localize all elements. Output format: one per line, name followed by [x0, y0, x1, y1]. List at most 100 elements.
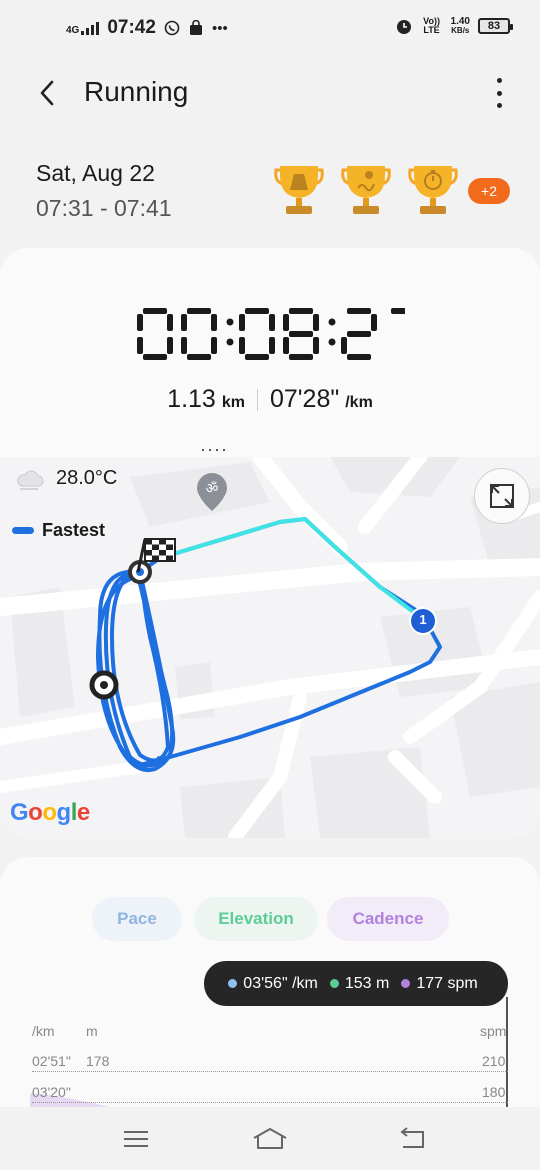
temperature: 28.0°C — [56, 467, 118, 489]
more-dots-icon: ••• — [211, 19, 228, 37]
digit-segment — [143, 354, 167, 360]
route-trophy-icon — [341, 166, 391, 214]
more-options-button[interactable] — [492, 78, 506, 108]
digit-segment — [245, 354, 269, 360]
digit-segment — [391, 308, 415, 314]
digit-segment — [341, 337, 347, 354]
colon-dot — [328, 338, 336, 346]
distance-value: 1.13 — [167, 385, 216, 413]
more-vertical-icon — [496, 78, 502, 83]
cadence-tick: 180 — [482, 1084, 506, 1100]
digit-segment — [211, 337, 217, 354]
cloud-icon — [17, 470, 44, 490]
status-time: 07:42 — [107, 17, 156, 38]
digit-segment — [181, 314, 187, 331]
whatsapp-icon — [164, 20, 180, 36]
expand-icon — [490, 484, 514, 508]
pace-tick: 02'51" — [32, 1053, 71, 1069]
digit-segment — [167, 337, 173, 354]
stats-row: 1.13 km 07'28" /km — [0, 385, 540, 414]
page-title: Running — [84, 76, 189, 107]
back-icon — [400, 1127, 424, 1148]
tab-pace[interactable]: Pace — [92, 897, 182, 941]
weather: 28.0°C — [16, 467, 117, 490]
chart-cursor[interactable] — [506, 997, 508, 1107]
app-bar: Running — [0, 58, 540, 128]
volte-indicator: Vo)) LTE — [423, 16, 440, 35]
home-icon — [253, 1128, 287, 1149]
digit-segment — [283, 337, 289, 354]
legend-swatch — [12, 527, 34, 534]
digit-segment — [283, 314, 289, 331]
home-button[interactable] — [250, 1125, 290, 1153]
colon-dot — [226, 338, 234, 346]
digit-segment — [137, 337, 143, 354]
chart-tooltip: 03'56" /km 153 m 177 spm — [204, 961, 508, 1006]
digit-segment — [313, 314, 319, 331]
drag-handle[interactable] — [202, 449, 225, 451]
tooltip-pace: 03'56" /km — [243, 974, 318, 992]
digit-segment — [371, 314, 377, 331]
elevation-tick: 178 — [86, 1053, 110, 1069]
pace-value: 07'28" — [269, 385, 340, 413]
back-nav-button[interactable] — [392, 1125, 432, 1153]
digit-segment — [181, 337, 187, 354]
network-type: 4G — [66, 25, 80, 36]
digit-segment — [143, 308, 167, 314]
map-canvas[interactable]: ॐ — [0, 457, 540, 838]
menu-icon — [124, 1131, 148, 1147]
stat-divider — [256, 388, 258, 411]
tooltip-elevation: 153 m — [344, 974, 390, 992]
more-achievements-badge[interactable]: +2 — [468, 178, 510, 204]
map-legend: Fastest — [12, 520, 105, 541]
lap-marker[interactable]: 1 — [413, 612, 433, 630]
cadence-axis-unit: spm — [480, 1023, 507, 1039]
digit-segment — [245, 308, 269, 314]
route-map[interactable]: ॐ 1 28.0°C Fastest Google — [0, 457, 540, 838]
gridline — [32, 1102, 508, 1103]
colon-dot — [226, 318, 234, 326]
menu-button[interactable] — [116, 1125, 156, 1153]
digit-segment — [187, 308, 211, 314]
speed-unit: KB/s — [451, 26, 470, 35]
pace-unit: /km — [345, 394, 373, 411]
digit-segment — [313, 337, 319, 354]
time-range: 07:31 - 07:41 — [36, 195, 172, 221]
chevron-left-icon — [40, 80, 54, 106]
digit-segment — [239, 337, 245, 354]
system-nav-bar — [0, 1107, 540, 1170]
legend-label: Fastest — [42, 520, 106, 540]
tab-cadence[interactable]: Cadence — [327, 897, 449, 941]
digit-segment — [347, 331, 371, 337]
google-logo: Google — [10, 799, 90, 826]
network-speed: 1.40 KB/s — [451, 17, 470, 36]
digit-segment — [239, 314, 245, 331]
digit-segment — [269, 314, 275, 331]
elevation-axis-unit: m — [86, 1023, 98, 1039]
duration-digits — [137, 308, 421, 360]
svg-text:ॐ: ॐ — [206, 481, 219, 497]
tooltip-cadence: 177 spm — [416, 974, 478, 992]
pace-tick: 03'20" — [32, 1084, 71, 1100]
expand-map-button[interactable] — [474, 468, 530, 524]
tab-elevation[interactable]: Elevation — [194, 897, 318, 941]
workout-date: Sat, Aug 22 07:31 - 07:41 — [36, 160, 172, 222]
digit-segment — [289, 354, 313, 360]
workout-summary-card: 1.13 km 07'28" /km — [0, 248, 540, 458]
signal-icon — [81, 21, 100, 35]
digit-segment — [347, 354, 371, 360]
digit-segment — [211, 314, 217, 331]
pace-dot — [228, 979, 238, 988]
stopwatch-trophy-icon — [408, 166, 458, 214]
gridline — [32, 1071, 508, 1072]
date-label: Sat, Aug 22 — [36, 160, 155, 186]
achievements[interactable] — [272, 162, 460, 218]
digit-segment — [187, 354, 211, 360]
pace-axis-unit: /km — [32, 1023, 55, 1039]
back-button[interactable] — [30, 76, 64, 110]
digit-segment — [269, 337, 275, 354]
digit-segment — [347, 308, 371, 314]
duration-display — [0, 304, 540, 369]
battery-icon: 83 — [478, 18, 513, 34]
cadence-tick: 210 — [482, 1053, 506, 1069]
